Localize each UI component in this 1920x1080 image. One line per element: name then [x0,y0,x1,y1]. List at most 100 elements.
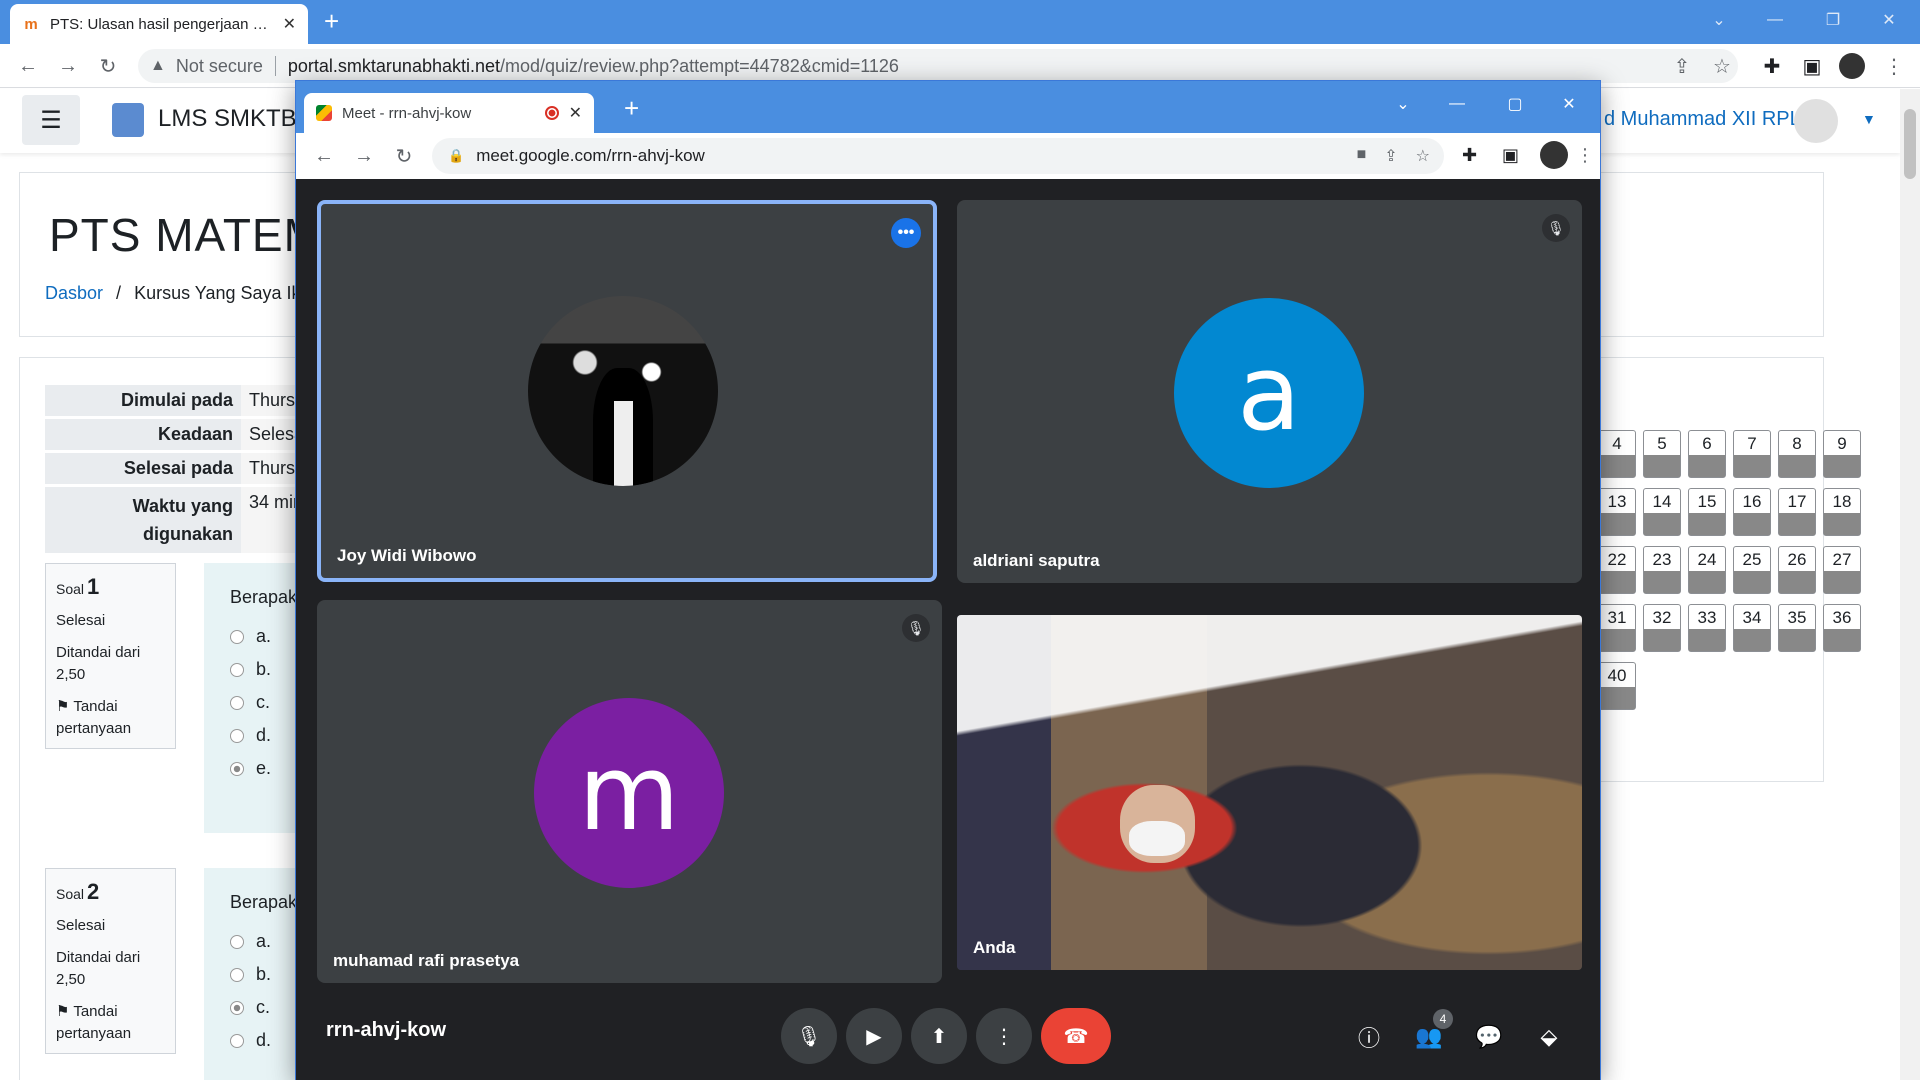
user-menu-name[interactable]: d Muhammad XII RPL 2 [1604,108,1817,131]
flag-question-link[interactable]: ⚑ Tandai pertanyaan [56,1001,165,1045]
participant-tile[interactable]: ••• Joy Widi Wibowo [317,200,937,582]
profile-avatar[interactable] [1836,50,1868,82]
camera-permission-icon[interactable]: ■ [1357,146,1367,166]
summary-key: Waktu yang digunakan [45,485,241,556]
quiz-nav-button[interactable]: 26 [1778,546,1816,594]
back-icon[interactable]: ← [308,140,340,172]
mic-off-icon: 🎙 [1542,214,1570,242]
quiz-nav-button[interactable]: 5 [1643,430,1681,478]
address-bar[interactable]: ▲ Not secure portal.smktarunabhakti.net/… [138,49,1738,83]
summary-key: Selesai pada [45,451,241,487]
radio-selected-icon [230,761,244,776]
restore-icon[interactable]: ▢ [1492,89,1538,119]
meet-window: Meet - rrn-ahvj-kow ✕ + ⌄ — ▢ ✕ ← → ↻ 🔒 … [295,80,1601,1080]
quiz-nav-button[interactable]: 32 [1643,604,1681,652]
quiz-nav-button[interactable]: 24 [1688,546,1726,594]
flag-question-link[interactable]: ⚑ Tandai pertanyaan [56,696,165,740]
lms-brand[interactable]: LMS SMKTB [158,105,297,133]
extensions-icon[interactable]: ✚ [1756,50,1788,82]
close-window-icon[interactable]: ✕ [1546,89,1592,119]
side-panel-icon[interactable]: ▣ [1796,50,1828,82]
divider [274,56,276,76]
quiz-nav-button[interactable]: 7 [1733,430,1771,478]
meet-tab[interactable]: Meet - rrn-ahvj-kow ✕ [304,93,594,133]
forward-icon[interactable]: → [348,140,380,172]
participant-photo [528,296,718,486]
self-video-tile[interactable]: Anda [957,615,1582,970]
quiz-nav-button[interactable]: 25 [1733,546,1771,594]
restore-icon[interactable]: ❐ [1810,4,1856,36]
tab-search-icon[interactable]: ⌄ [1696,4,1742,36]
close-tab-icon[interactable]: ✕ [283,14,296,34]
close-window-icon[interactable]: ✕ [1866,4,1912,36]
lock-icon: 🔒 [448,148,465,163]
camera-button[interactable]: ▶ [846,1008,902,1064]
quiz-nav-button[interactable]: 34 [1733,604,1771,652]
minimize-icon[interactable]: — [1752,4,1798,36]
leave-call-button[interactable]: ☎ [1041,1008,1111,1064]
present-screen-button[interactable]: ⬆ [911,1008,967,1064]
breadcrumb-current[interactable]: Kursus Yang Saya Ik [134,283,300,303]
participant-tile[interactable]: a 🎙 aldriani saputra [957,200,1582,583]
breadcrumb-home[interactable]: Dasbor [45,283,103,303]
quiz-nav-button[interactable]: 27 [1823,546,1861,594]
hamburger-menu-icon[interactable]: ☰ [22,95,80,145]
microphone-button[interactable]: 🎙 [781,1008,837,1064]
question-info-1: Soal 1 Selesai Ditandai dari 2,50 ⚑ Tanda… [45,563,176,749]
quiz-nav-button[interactable]: 16 [1733,488,1771,536]
chevron-down-icon[interactable]: ▼ [1862,111,1876,127]
share-icon[interactable]: ⇪ [1666,50,1698,82]
quiz-nav-button[interactable]: 6 [1688,430,1726,478]
side-panel-icon[interactable]: ▣ [1502,145,1519,166]
extensions-icon[interactable]: ✚ [1462,145,1477,166]
quiz-nav-button[interactable]: 23 [1643,546,1681,594]
quiz-nav-button[interactable]: 9 [1823,430,1861,478]
more-options-icon[interactable]: ••• [891,218,921,248]
quiz-nav-button[interactable]: 8 [1778,430,1816,478]
scrollbar-thumb[interactable] [1904,109,1916,179]
quiz-nav-button[interactable]: 35 [1778,604,1816,652]
reload-icon[interactable]: ↻ [388,140,420,172]
chat-button[interactable]: 💬 [1469,1017,1509,1057]
participant-tile[interactable]: m 🎙 muhamad rafi prasetya [317,600,942,983]
minimize-icon[interactable]: — [1434,89,1480,119]
reload-icon[interactable]: ↻ [92,50,124,82]
meeting-info-button[interactable]: ⓘ [1349,1017,1389,1057]
quiz-nav-button[interactable]: 36 [1823,604,1861,652]
menu-kebab-icon[interactable]: ⋮ [1878,50,1910,82]
quiz-nav-button[interactable]: 33 [1688,604,1726,652]
back-icon[interactable]: ← [12,50,44,82]
close-tab-icon[interactable]: ✕ [569,103,582,123]
question-state: Selesai [56,612,106,629]
menu-kebab-icon[interactable]: ⋮ [1576,145,1594,166]
bookmark-star-icon[interactable]: ☆ [1706,50,1738,82]
share-icon[interactable]: ⇪ [1384,146,1397,166]
radio-icon [230,728,244,743]
activities-button[interactable]: ⬙ [1529,1017,1569,1057]
bookmark-star-icon[interactable]: ☆ [1416,146,1430,166]
question-marks: Ditandai dari 2,50 [56,949,141,988]
people-button[interactable]: 👥 4 [1409,1009,1453,1057]
forward-icon[interactable]: → [52,50,84,82]
more-options-button[interactable]: ⋮ [976,1008,1032,1064]
quiz-nav-button[interactable]: 22 [1598,546,1636,594]
quiz-nav-button[interactable]: 14 [1643,488,1681,536]
summary-key: Keadaan [45,417,241,453]
profile-avatar[interactable] [1540,141,1568,169]
new-tab-icon[interactable]: + [324,6,339,37]
quiz-nav-button[interactable]: 18 [1823,488,1861,536]
new-tab-icon[interactable]: + [624,93,639,124]
quiz-nav-button[interactable]: 17 [1778,488,1816,536]
quiz-nav-button[interactable]: 15 [1688,488,1726,536]
meet-address-bar[interactable]: 🔒 meet.google.com/rrn-ahvj-kow ■ ⇪ ☆ [432,138,1444,174]
tab-search-icon[interactable]: ⌄ [1380,89,1426,119]
user-avatar[interactable] [1794,99,1838,143]
quiz-nav-button[interactable]: 13 [1598,488,1636,536]
participant-name: Joy Widi Wibowo [337,546,477,565]
quiz-nav-button[interactable]: 4 [1598,430,1636,478]
lms-logo[interactable] [112,103,144,137]
quiz-nav-button[interactable]: 40 [1598,662,1636,710]
page-scrollbar[interactable] [1900,89,1920,1080]
browser-tab-lms[interactable]: m PTS: Ulasan hasil pengerjaan kuis ✕ [10,4,308,44]
quiz-nav-button[interactable]: 31 [1598,604,1636,652]
